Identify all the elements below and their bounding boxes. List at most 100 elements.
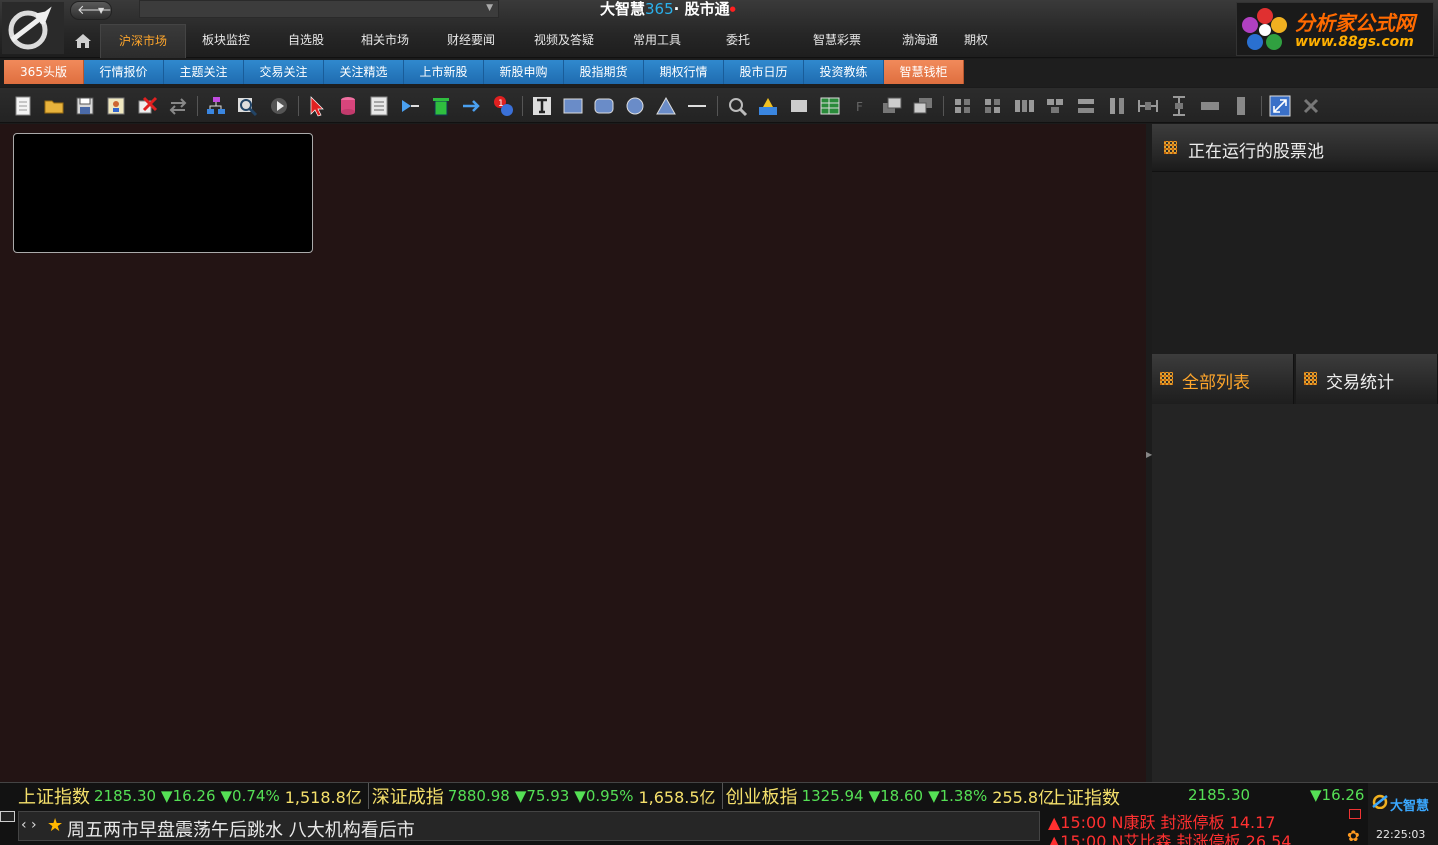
arrow-right-icon[interactable]: [461, 95, 483, 117]
database-icon[interactable]: [337, 95, 359, 117]
ticker-sh[interactable]: 上证指数 2185.30 ▼16.26 ▼0.74% 1,518.8亿: [18, 783, 369, 809]
submenu-ipo-subscribe[interactable]: 新股申购: [484, 60, 564, 84]
zoom-find-icon[interactable]: [236, 95, 258, 117]
tab-all-list[interactable]: 全部列表: [1152, 354, 1294, 404]
submenu-365-frontpage[interactable]: 365头版: [4, 60, 84, 84]
align-middle-icon[interactable]: [1075, 95, 1097, 117]
menu-options[interactable]: 期权: [930, 24, 1022, 58]
space-v-icon[interactable]: [1168, 95, 1190, 117]
triangle-icon[interactable]: [655, 95, 677, 117]
same-width-icon[interactable]: [1199, 95, 1221, 117]
menu-video-qa[interactable]: 视频及答疑: [518, 24, 610, 58]
tab-trade-stats[interactable]: 交易统计: [1296, 354, 1438, 404]
toolbar-separator: [1261, 96, 1262, 116]
home-button[interactable]: [66, 24, 100, 58]
save-icon[interactable]: [74, 95, 96, 117]
editor-canvas[interactable]: [0, 124, 1146, 782]
submenu-quotes[interactable]: 行情报价: [84, 60, 164, 84]
alert-icon[interactable]: 1: [492, 95, 514, 117]
submenu-smart-wallet[interactable]: 智慧钱柜: [884, 60, 964, 84]
limit-up-alerts[interactable]: ▲15:00 N康跃 封涨停板 14.17 ▲15:00 N艾比森 封涨停板 2…: [1046, 809, 1366, 845]
round-rect-icon[interactable]: [593, 95, 615, 117]
submenu-index-futures[interactable]: 股指期货: [564, 60, 644, 84]
align-left-icon[interactable]: [952, 95, 974, 117]
paint-icon[interactable]: [757, 95, 779, 117]
gear-icon[interactable]: ✿: [1347, 827, 1360, 845]
news-nav-arrows-icon[interactable]: ‹ ›: [21, 817, 37, 833]
submenu-new-listings[interactable]: 上市新股: [404, 60, 484, 84]
menu-sector-monitor[interactable]: 板块监控: [186, 24, 266, 58]
ticker-cy-pct: ▼1.38%: [928, 787, 988, 805]
table-icon[interactable]: [819, 95, 841, 117]
align-top-icon[interactable]: [1044, 95, 1066, 117]
ticker-sz[interactable]: 深证成指 7880.98 ▼75.93 ▼0.95% 1,658.5亿: [372, 783, 723, 809]
menu-shenzhen-shanghai-market[interactable]: 沪深市场: [100, 24, 186, 58]
line-icon[interactable]: [686, 95, 708, 117]
front-icon[interactable]: [881, 95, 903, 117]
stock-pool-list[interactable]: [1152, 172, 1438, 354]
address-dropdown[interactable]: ▼: [139, 0, 499, 18]
submenu-invest-coach[interactable]: 投资教练: [804, 60, 884, 84]
stock-pool-header[interactable]: 正在运行的股票池: [1152, 124, 1438, 172]
list-icon: [1304, 372, 1317, 385]
fullscreen-icon[interactable]: [1269, 95, 1291, 117]
right-pane: 正在运行的股票池 全部列表 交易统计: [1152, 124, 1438, 782]
close-icon[interactable]: [1300, 95, 1322, 117]
rect-icon[interactable]: [562, 95, 584, 117]
font-icon[interactable]: F: [850, 95, 872, 117]
mini-index[interactable]: 上证指数 2185.30 ▼16.26: [1046, 783, 1366, 809]
view-icon[interactable]: [726, 95, 748, 117]
menu-common-tools[interactable]: 常用工具: [610, 24, 704, 58]
watermark-url: www.88gs.com: [1295, 34, 1414, 50]
properties-icon[interactable]: [105, 95, 127, 117]
align-right-icon[interactable]: [1013, 95, 1035, 117]
news-headline[interactable]: ‹ › ★ 周五两市早盘震荡午后跳水 八大机构看后市: [18, 811, 1040, 841]
back-icon[interactable]: [912, 95, 934, 117]
submenu-calendar[interactable]: 股市日历: [724, 60, 804, 84]
new-doc-icon[interactable]: [12, 95, 34, 117]
align-center-icon[interactable]: [982, 95, 1004, 117]
index-ticker[interactable]: 上证指数 2185.30 ▼16.26 ▼0.74% 1,518.8亿 深证成指…: [18, 783, 1063, 809]
same-height-icon[interactable]: [1230, 95, 1252, 117]
list-icon[interactable]: [368, 95, 390, 117]
home-icon: [75, 34, 91, 48]
flow-icon[interactable]: [399, 95, 421, 117]
tree-icon[interactable]: [205, 95, 227, 117]
ticker-cy-change: ▼18.60: [868, 787, 924, 805]
text-icon[interactable]: [531, 95, 553, 117]
menu-bohai[interactable]: 渤海通: [902, 24, 938, 58]
app-logo-icon[interactable]: [2, 2, 64, 54]
dropdown-arrow-icon[interactable]: ▼: [486, 3, 493, 13]
align-bottom-icon[interactable]: [1106, 95, 1128, 117]
space-h-icon[interactable]: [1137, 95, 1159, 117]
submenu-themes[interactable]: 主题关注: [164, 60, 244, 84]
swap-icon[interactable]: [167, 95, 189, 117]
menu-finance-news[interactable]: 财经要闻: [424, 24, 518, 58]
news-headline-text[interactable]: 周五两市早盘震荡午后跳水 八大机构看后市: [67, 816, 415, 842]
trade-list[interactable]: [1152, 404, 1438, 782]
delete-icon[interactable]: [136, 95, 158, 117]
open-folder-icon[interactable]: [43, 95, 65, 117]
window-icon[interactable]: [788, 95, 810, 117]
submenu-options-quotes[interactable]: 期权行情: [644, 60, 724, 84]
circle-icon[interactable]: [624, 95, 646, 117]
ticker-cy[interactable]: 创业板指 1325.94 ▼18.60 ▼1.38% 255.8亿: [726, 783, 1061, 809]
pointer-icon[interactable]: [306, 95, 328, 117]
menu-lottery[interactable]: 智慧彩票: [772, 24, 902, 58]
notification-dot-icon: ●: [729, 5, 736, 13]
menu-watchlist[interactable]: 自选股: [266, 24, 346, 58]
submenu-trading-focus[interactable]: 交易关注: [244, 60, 324, 84]
toolbar-separator: [298, 96, 299, 116]
ticker-sz-name: 深证成指: [371, 787, 444, 808]
submenu-selected[interactable]: 关注精选: [324, 60, 404, 84]
trash-icon[interactable]: [430, 95, 452, 117]
menu-entrust[interactable]: 委托: [704, 24, 772, 58]
minimize-alerts-icon[interactable]: [1349, 809, 1361, 819]
menu-related-markets[interactable]: 相关市场: [346, 24, 424, 58]
play-icon[interactable]: [268, 95, 290, 117]
mail-icon[interactable]: [0, 811, 15, 822]
alert-item[interactable]: ▲15:00 N艾比森 封涨停板 26.54: [1048, 828, 1291, 845]
canvas-widget-panel[interactable]: [13, 133, 313, 253]
ticker-sh-value: 2185.30: [94, 787, 157, 805]
back-button[interactable]: 🡐 ▼: [70, 1, 112, 20]
